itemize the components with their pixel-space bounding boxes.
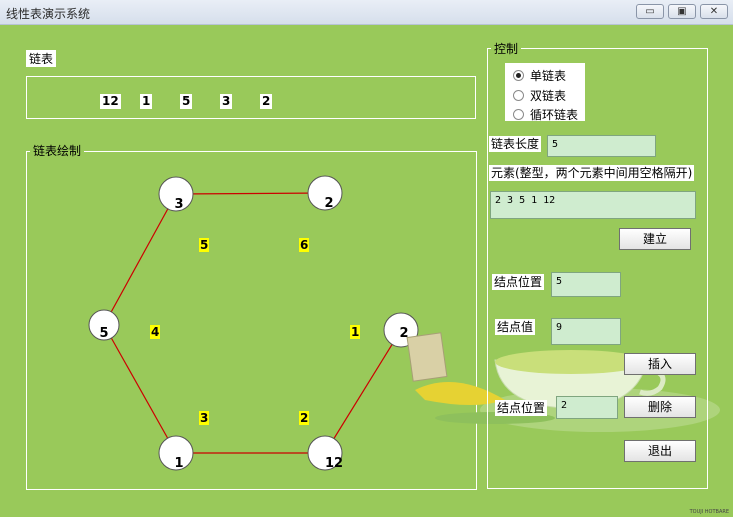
edge-line xyxy=(103,324,177,454)
insert-position-label: 结点位置 xyxy=(492,274,545,290)
edge-line xyxy=(103,193,177,326)
radio-unselected-icon xyxy=(513,90,524,101)
node-value-label: 结点值 xyxy=(495,319,536,335)
radio-selected-icon xyxy=(513,70,524,81)
app-window: 线性表演示系统 ▭ ▣ ✕ 链表 12 1 5 3 2 链表绘制 3 2 5 2… xyxy=(0,0,733,517)
node-label: 3 xyxy=(174,197,183,212)
delete-position-label: 结点位置 xyxy=(495,400,548,416)
elements-label: 元素(整型，两个元素中间用空格隔开) xyxy=(489,165,695,181)
control-group-label: 控制 xyxy=(491,40,522,57)
insert-position-input[interactable]: 5 xyxy=(551,272,621,297)
edge-line xyxy=(175,192,326,195)
delete-button[interactable]: 删除 xyxy=(624,396,696,418)
length-input[interactable]: 5 xyxy=(547,135,656,157)
node-label: 5 xyxy=(99,326,108,341)
node-label: 2 xyxy=(324,196,333,211)
radio-singly-linked[interactable]: 单链表 xyxy=(513,67,566,84)
node-value-input[interactable]: 9 xyxy=(551,318,621,345)
exit-button[interactable]: 退出 xyxy=(624,440,696,462)
edge-label: 3 xyxy=(199,411,210,425)
edge-label: 4 xyxy=(150,325,161,339)
radio-circular-linked[interactable]: 循环链表 xyxy=(513,106,578,123)
node-label: 12 xyxy=(325,456,343,471)
delete-position-input[interactable]: 2 xyxy=(556,396,618,419)
length-label: 链表长度 xyxy=(489,136,542,152)
edge-label: 6 xyxy=(299,238,310,252)
radio-label: 单链表 xyxy=(530,69,567,83)
radio-unselected-icon xyxy=(513,109,524,120)
edge-label: 1 xyxy=(350,325,361,339)
radio-label: 循环链表 xyxy=(530,108,579,122)
insert-button[interactable]: 插入 xyxy=(624,353,696,375)
node-label: 1 xyxy=(174,456,183,471)
list-type-options: 单链表 双链表 循环链表 xyxy=(505,63,585,123)
build-button[interactable]: 建立 xyxy=(619,228,691,250)
elements-input[interactable]: 2 3 5 1 12 xyxy=(490,191,696,219)
footer-watermark: TOUJI HOTBARE xyxy=(689,509,729,515)
edge-label: 2 xyxy=(299,411,310,425)
edge-label: 5 xyxy=(199,238,210,252)
radio-doubly-linked[interactable]: 双链表 xyxy=(513,87,566,104)
radio-label: 双链表 xyxy=(530,89,567,103)
